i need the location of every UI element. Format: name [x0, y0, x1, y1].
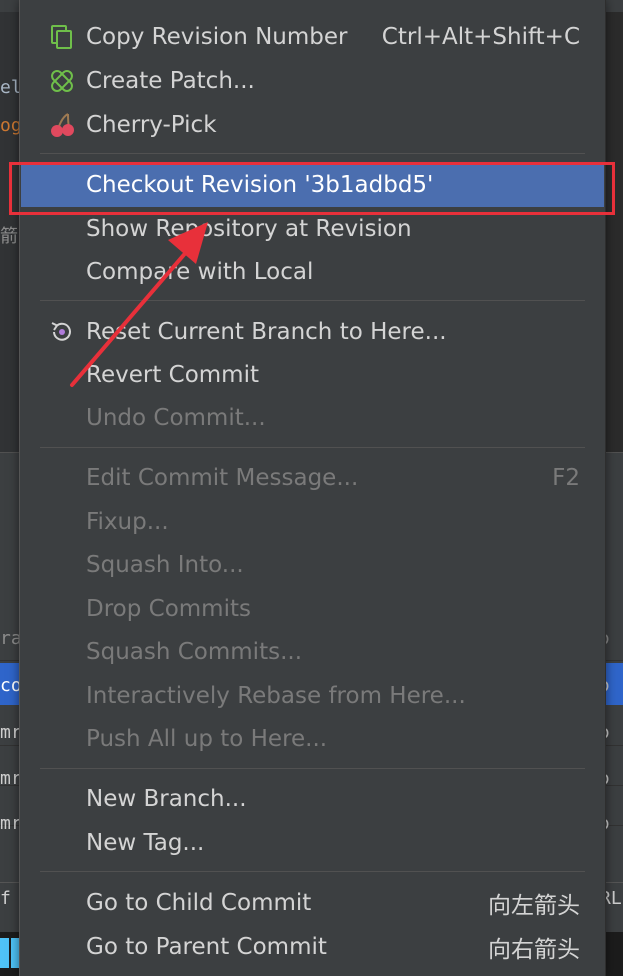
menu-item-cherry-pick[interactable]: Cherry-Pick — [21, 103, 604, 147]
menu-item-squash-into: Squash Into... — [21, 543, 604, 587]
menu-item-shortcut: 向右箭头 — [488, 937, 580, 963]
status-text-fragment: f n — [0, 888, 19, 909]
list-text-fragment: mr — [0, 722, 19, 743]
menu-item-compare-with-local[interactable]: Compare with Local — [21, 250, 604, 294]
menu-item-label: Undo Commit... — [86, 405, 266, 431]
menu-item-undo-commit: Undo Commit... — [21, 396, 604, 440]
menu-separator — [40, 153, 585, 154]
menu-item-label: Squash Into... — [86, 552, 244, 578]
menu-separator — [40, 871, 585, 872]
menu-item-label: Go to Child Commit — [86, 890, 312, 916]
menu-item-label: Revert Commit — [86, 362, 259, 388]
list-text-fragment: co — [0, 675, 19, 696]
windows-start-icon[interactable] — [0, 938, 20, 968]
menu-item-label: Edit Commit Message... — [86, 465, 359, 491]
menu-item-label: Reset Current Branch to Here... — [86, 319, 447, 345]
menu-item-go-to-parent-commit[interactable]: Go to Parent Commit 向右箭头 — [21, 925, 604, 969]
cherry-icon — [48, 111, 76, 139]
editor-cjk-fragment: 箭 — [0, 226, 18, 247]
menu-item-go-to-child-commit[interactable]: Go to Child Commit 向左箭头 — [21, 881, 604, 925]
menu-item-label: Compare with Local — [86, 259, 314, 285]
reset-icon — [48, 318, 76, 346]
menu-item-label: Fixup... — [86, 509, 169, 535]
menu-item-shortcut: Ctrl+Alt+Shift+C — [381, 24, 580, 50]
menu-item-label: Interactively Rebase from Here... — [86, 683, 466, 709]
menu-item-interactively-rebase: Interactively Rebase from Here... — [21, 674, 604, 718]
menu-item-label: Cherry-Pick — [86, 112, 217, 138]
menu-item-reset-current-branch[interactable]: Reset Current Branch to Here... — [21, 310, 604, 354]
menu-item-label: New Branch... — [86, 786, 247, 812]
menu-item-label: Show Repository at Revision — [86, 216, 412, 242]
menu-item-shortcut: F2 — [552, 465, 580, 491]
menu-item-label: Drop Commits — [86, 596, 251, 622]
menu-item-drop-commits: Drop Commits — [21, 587, 604, 631]
patch-icon — [48, 67, 76, 95]
menu-item-create-patch[interactable]: Create Patch... — [21, 59, 604, 103]
menu-item-push-all-up-to-here: Push All up to Here... — [21, 717, 604, 761]
menu-item-label: Copy Revision Number — [86, 24, 348, 50]
menu-item-squash-commits: Squash Commits... — [21, 630, 604, 674]
menu-item-revert-commit[interactable]: Revert Commit — [21, 353, 604, 397]
editor-text-fragment: og — [0, 115, 19, 136]
list-text-fragment: ra — [0, 628, 19, 649]
menu-item-new-branch[interactable]: New Branch... — [21, 777, 604, 821]
menu-separator — [40, 447, 585, 448]
menu-item-label: Create Patch... — [86, 68, 255, 94]
menu-item-label: Push All up to Here... — [86, 726, 328, 752]
annotation-highlight-box — [9, 162, 615, 215]
menu-separator — [40, 768, 585, 769]
list-text-fragment: mr — [0, 768, 19, 789]
copy-icon — [48, 23, 76, 51]
menu-item-shortcut: 向左箭头 — [488, 893, 580, 919]
menu-item-fixup: Fixup... — [21, 500, 604, 544]
list-text-fragment: mr — [0, 813, 19, 834]
commit-context-menu: Copy Revision Number Ctrl+Alt+Shift+C Cr… — [19, 0, 606, 976]
menu-item-edit-commit-message: Edit Commit Message... F2 — [21, 456, 604, 500]
menu-item-label: Squash Commits... — [86, 639, 303, 665]
menu-item-new-tag[interactable]: New Tag... — [21, 821, 604, 865]
menu-item-label: Go to Parent Commit — [86, 934, 327, 960]
menu-separator — [40, 300, 585, 301]
menu-item-label: New Tag... — [86, 830, 205, 856]
editor-text-fragment: el — [0, 77, 19, 98]
menu-item-copy-revision-number[interactable]: Copy Revision Number Ctrl+Alt+Shift+C — [21, 15, 604, 59]
